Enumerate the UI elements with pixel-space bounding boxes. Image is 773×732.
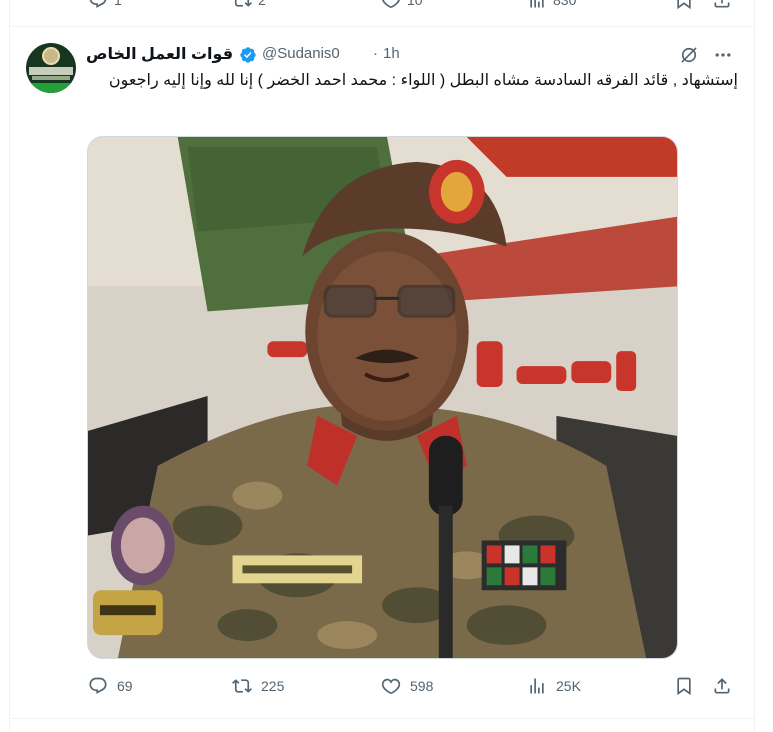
timeline-column: 1 2 10 830 قوات العمل الخاص @Sudanis0 · …: [9, 0, 755, 732]
user-handle[interactable]: @Sudanis0: [262, 45, 340, 62]
share-icon: [714, 678, 730, 694]
like-button[interactable]: 598: [381, 676, 433, 696]
previous-tweet-actions: 1 2 10 830: [10, 0, 754, 27]
repost-button[interactable]: 225: [232, 676, 284, 696]
bookmark-icon: [677, 0, 691, 10]
share-icon: [714, 0, 730, 8]
prev-repost-count: 2: [258, 0, 266, 8]
view-count: 25K: [556, 678, 581, 694]
bar-chart-icon: [530, 678, 544, 694]
avatar-emblem: [42, 47, 60, 65]
reply-icon: [89, 677, 107, 694]
more-dots-icon[interactable]: [712, 45, 734, 65]
share-button[interactable]: [712, 676, 732, 696]
prev-view-count: 830: [553, 0, 577, 8]
prev-reply-count: 1: [114, 0, 122, 8]
avatar-green-strip: [26, 83, 76, 93]
like-count: 598: [410, 678, 434, 694]
heart-icon: [381, 678, 401, 694]
avatar-band-secondary: [32, 76, 70, 80]
tweet-photo[interactable]: [87, 136, 678, 659]
avatar[interactable]: [26, 43, 76, 93]
prev-bookmark-button[interactable]: [674, 0, 694, 10]
repost-icon: [232, 679, 252, 693]
prev-like-count: 10: [407, 0, 423, 8]
prev-reply-button[interactable]: 1: [88, 0, 122, 10]
reply-button[interactable]: 69: [88, 676, 133, 696]
tweet-divider: [10, 718, 754, 719]
tweet[interactable]: قوات العمل الخاص @Sudanis0 · 1h إستشهاد …: [10, 28, 754, 718]
bar-chart-icon: [530, 0, 544, 8]
prev-share-button[interactable]: [712, 0, 732, 10]
prev-views-button[interactable]: 830: [527, 0, 576, 10]
bookmark-icon: [677, 677, 691, 696]
verified-badge-icon[interactable]: [239, 46, 257, 64]
timestamp[interactable]: 1h: [383, 45, 400, 62]
tweet-text: إستشهاد , قائد الفرقه السادسة مشاه البطل…: [108, 72, 738, 89]
bookmark-button[interactable]: [674, 676, 694, 696]
display-name[interactable]: قوات العمل الخاص: [86, 44, 233, 64]
views-button[interactable]: 25K: [527, 676, 581, 696]
prev-like-button[interactable]: 10: [381, 0, 423, 10]
repost-count: 225: [261, 678, 285, 694]
reply-icon: [89, 0, 107, 8]
photo-officer-illustration: [88, 137, 677, 658]
reply-count: 69: [117, 678, 133, 694]
tweet-actions: 69 225 598 25K: [10, 676, 754, 700]
heart-icon: [382, 0, 400, 8]
avatar-band: [29, 67, 73, 75]
grok-icon[interactable]: [679, 45, 699, 65]
separator-dot: ·: [373, 45, 378, 62]
prev-repost-button[interactable]: 2: [232, 0, 266, 10]
repost-icon: [234, 0, 252, 7]
tweet-header: قوات العمل الخاص @Sudanis0 · 1h: [86, 44, 742, 66]
